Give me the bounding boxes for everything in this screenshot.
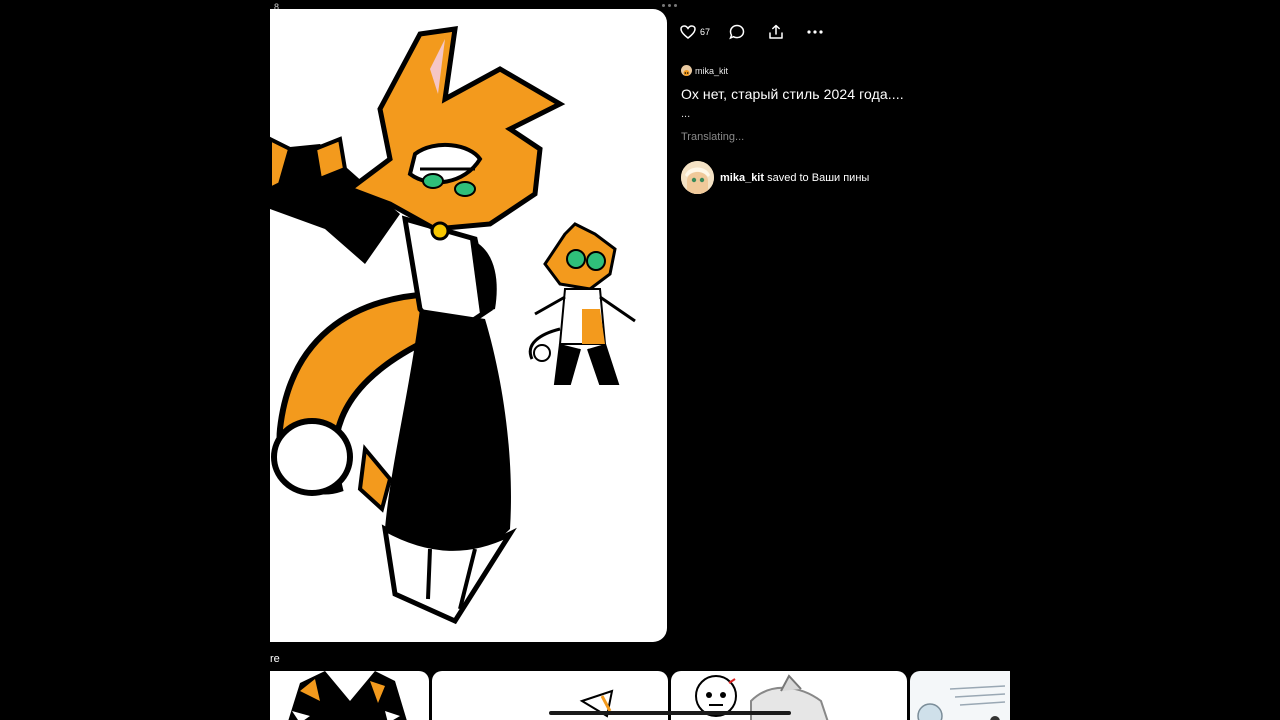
more-button[interactable] [796, 20, 834, 44]
author-row[interactable]: mika_kit [681, 65, 728, 76]
author-avatar [681, 65, 692, 76]
comment-icon [729, 24, 745, 40]
translating-status: Translating... [681, 131, 745, 143]
heart-icon [680, 25, 696, 39]
share-icon [769, 24, 783, 39]
share-button[interactable] [756, 20, 796, 44]
saved-text: mika_kit saved to Ваши пины [720, 172, 869, 184]
author-name[interactable]: mika_kit [695, 66, 728, 76]
home-indicator[interactable] [549, 711, 791, 715]
pin-description[interactable]: ... [681, 108, 690, 120]
related-pin-4[interactable] [910, 671, 1010, 720]
saved-user[interactable]: mika_kit [720, 172, 764, 184]
saved-activity[interactable]: mika_kit saved to Ваши пины [681, 161, 869, 194]
avatar[interactable] [681, 161, 714, 194]
pin-actions: 67 [678, 20, 834, 44]
like-button[interactable]: 67 [678, 20, 718, 44]
comment-button[interactable] [718, 20, 756, 44]
related-pin-1[interactable] [270, 671, 429, 720]
pin-title: Ох нет, старый стиль 2024 года.... [681, 86, 904, 102]
multitask-dots[interactable] [662, 4, 677, 7]
pin-image[interactable] [270, 9, 667, 642]
cat-artwork [270, 26, 636, 625]
more-dots-icon [807, 30, 823, 34]
more-ideas-label: re [270, 653, 280, 665]
saved-board: saved to Ваши пины [767, 171, 870, 184]
like-count: 67 [700, 27, 711, 37]
